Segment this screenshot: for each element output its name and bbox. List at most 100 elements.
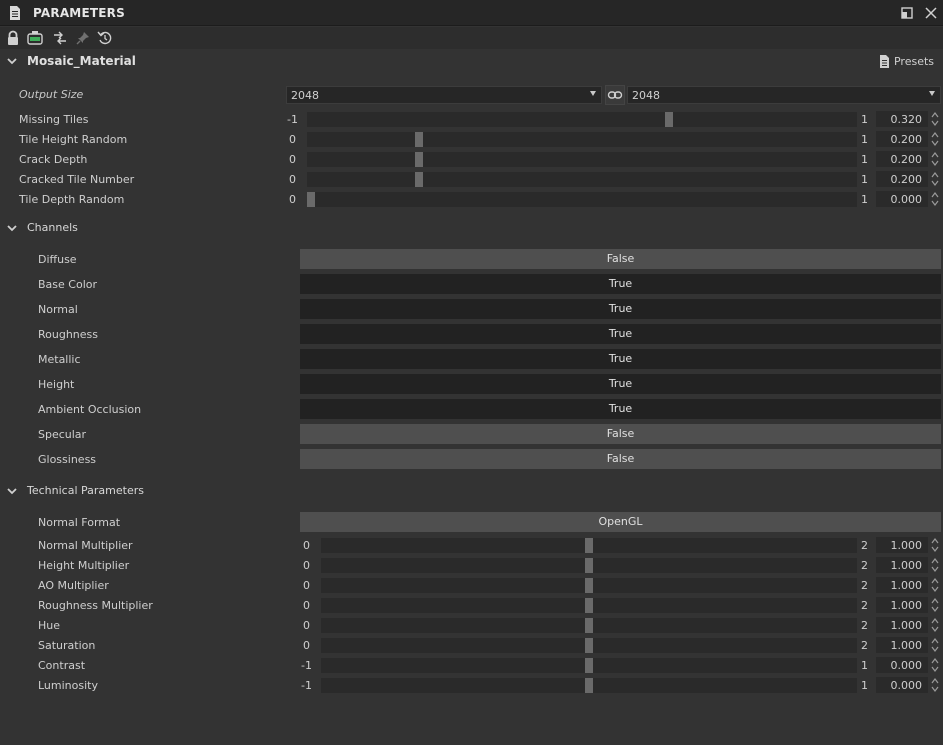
slider-handle[interactable] <box>415 132 423 147</box>
slider-label: Tile Height Random <box>19 133 128 146</box>
slider-min-label: -1 <box>301 679 312 692</box>
slider-handle[interactable] <box>585 678 593 693</box>
lock-icon[interactable] <box>5 30 21 46</box>
slider-value-field[interactable]: 0.000 <box>876 677 928 693</box>
slider-handle[interactable] <box>585 558 593 573</box>
close-icon[interactable] <box>924 6 938 20</box>
output-width-value: 2048 <box>291 89 319 102</box>
link-size-button[interactable] <box>605 85 625 105</box>
channel-toggle-diffuse[interactable]: False <box>300 249 941 269</box>
presets-button[interactable]: Presets <box>879 55 934 68</box>
channel-toggle-ambient-occlusion[interactable]: True <box>300 399 941 419</box>
slider-track[interactable] <box>307 172 857 187</box>
slider-value-field[interactable]: 1.000 <box>876 617 928 633</box>
slider-handle[interactable] <box>585 598 593 613</box>
spin-icon[interactable] <box>931 617 939 633</box>
slider-track[interactable] <box>307 112 857 127</box>
slider-track[interactable] <box>321 658 857 673</box>
slider-value-field[interactable]: 0.200 <box>876 131 928 147</box>
channel-label: Roughness <box>38 328 99 341</box>
spin-icon[interactable] <box>931 191 939 207</box>
slider-track[interactable] <box>321 598 857 613</box>
slider-track[interactable] <box>321 538 857 553</box>
slider-handle[interactable] <box>585 618 593 633</box>
slider-track[interactable] <box>307 192 857 207</box>
slider-value-field[interactable]: 0.200 <box>876 171 928 187</box>
slider-max-label: 2 <box>861 559 868 572</box>
connect-icon[interactable] <box>52 30 68 46</box>
slider-max-label: 1 <box>861 173 868 186</box>
slider-min-label: 0 <box>289 133 296 146</box>
output-width-select[interactable]: 2048 <box>286 86 602 104</box>
slider-min-label: 0 <box>289 193 296 206</box>
slider-value-field[interactable]: 1.000 <box>876 597 928 613</box>
channel-toggle-specular[interactable]: False <box>300 424 941 444</box>
slider-track[interactable] <box>321 678 857 693</box>
slider-track[interactable] <box>321 558 857 573</box>
channel-toggle-base-color[interactable]: True <box>300 274 941 294</box>
slider-track[interactable] <box>321 638 857 653</box>
spin-icon[interactable] <box>931 577 939 593</box>
spin-icon[interactable] <box>931 171 939 187</box>
slider-handle[interactable] <box>585 638 593 653</box>
slider-value-field[interactable]: 1.000 <box>876 537 928 553</box>
restore-icon[interactable] <box>900 6 914 20</box>
slider-value-field[interactable]: 0.000 <box>876 191 928 207</box>
channel-toggle-normal[interactable]: True <box>300 299 941 319</box>
shelf-icon[interactable] <box>27 30 43 46</box>
slider-label: AO Multiplier <box>38 579 109 592</box>
slider-value-field[interactable]: 0.320 <box>876 111 928 127</box>
slider-label: Height Multiplier <box>38 559 130 572</box>
channels-section-header[interactable]: Channels <box>0 217 943 239</box>
technical-section-header[interactable]: Technical Parameters <box>0 480 943 502</box>
slider-handle[interactable] <box>585 578 593 593</box>
slider-max-label: 2 <box>861 639 868 652</box>
slider-min-label: 0 <box>303 599 310 612</box>
normal-format-button[interactable]: OpenGL <box>300 512 941 532</box>
spin-icon[interactable] <box>931 597 939 613</box>
spin-icon[interactable] <box>931 637 939 653</box>
spin-icon[interactable] <box>931 557 939 573</box>
slider-min-label: -1 <box>301 659 312 672</box>
slider-track[interactable] <box>307 132 857 147</box>
spin-icon[interactable] <box>931 537 939 553</box>
output-height-select[interactable]: 2048 <box>627 86 941 104</box>
slider-handle[interactable] <box>585 538 593 553</box>
slider-min-label: 0 <box>303 619 310 632</box>
slider-handle[interactable] <box>307 192 315 207</box>
spin-icon[interactable] <box>931 677 939 693</box>
slider-value-field[interactable]: 0.200 <box>876 151 928 167</box>
slider-handle[interactable] <box>585 658 593 673</box>
channel-toggle-roughness[interactable]: True <box>300 324 941 344</box>
slider-min-label: 0 <box>289 173 296 186</box>
slider-handle[interactable] <box>415 152 423 167</box>
slider-track[interactable] <box>321 618 857 633</box>
chevron-down-icon[interactable] <box>6 55 18 67</box>
slider-min-label: 0 <box>303 539 310 552</box>
slider-label: Cracked Tile Number <box>19 173 135 186</box>
slider-handle[interactable] <box>665 112 673 127</box>
channel-toggle-glossiness[interactable]: False <box>300 449 941 469</box>
slider-handle[interactable] <box>415 172 423 187</box>
slider-value-field[interactable]: 1.000 <box>876 637 928 653</box>
slider-value-field[interactable]: 1.000 <box>876 557 928 573</box>
spin-icon[interactable] <box>931 151 939 167</box>
slider-label: Normal Multiplier <box>38 539 133 552</box>
presets-label: Presets <box>893 55 934 68</box>
chevron-down-icon[interactable] <box>6 485 18 497</box>
spin-icon[interactable] <box>931 657 939 673</box>
slider-value-field[interactable]: 0.000 <box>876 657 928 673</box>
spin-icon[interactable] <box>931 131 939 147</box>
pin-icon[interactable] <box>75 30 91 46</box>
channel-toggle-metallic[interactable]: True <box>300 349 941 369</box>
spin-icon[interactable] <box>931 111 939 127</box>
channel-toggle-height[interactable]: True <box>300 374 941 394</box>
channels-header-label: Channels <box>27 221 78 234</box>
reset-icon[interactable] <box>97 30 113 46</box>
slider-label: Contrast <box>38 659 86 672</box>
slider-track[interactable] <box>307 152 857 167</box>
chevron-down-icon[interactable] <box>6 222 18 234</box>
slider-value-field[interactable]: 1.000 <box>876 577 928 593</box>
slider-track[interactable] <box>321 578 857 593</box>
material-section-header[interactable]: Mosaic_Material Presets <box>0 50 943 72</box>
